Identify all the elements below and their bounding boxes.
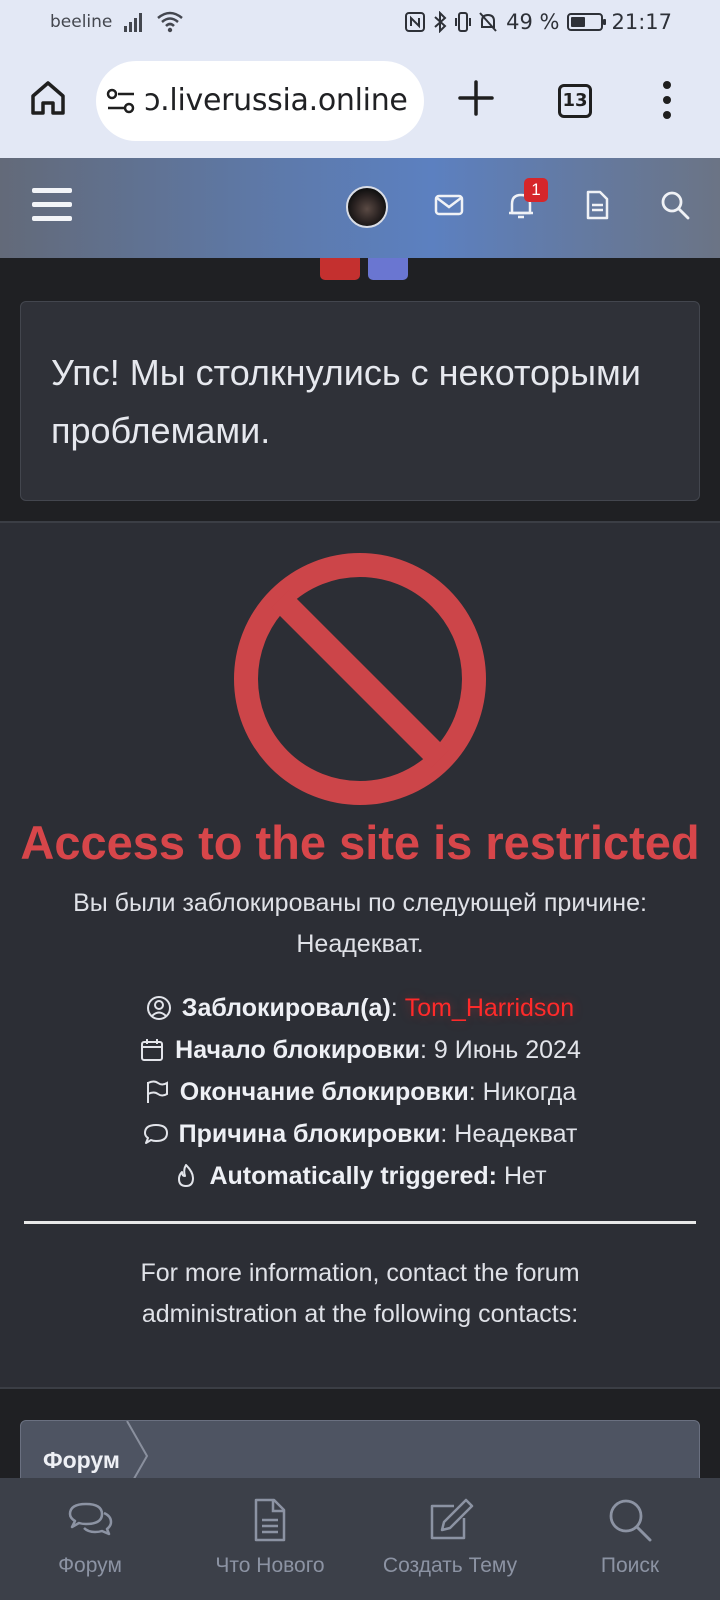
home-icon[interactable] <box>28 78 68 118</box>
reason-label: Причина блокировки <box>178 1119 441 1148</box>
end-label: Окончание блокировки <box>179 1077 469 1106</box>
menu-icon[interactable] <box>660 78 674 122</box>
new-tab-icon[interactable] <box>454 76 498 120</box>
prohibited-icon <box>234 553 486 805</box>
end-date-row: Окончание блокировки: Никогда <box>0 1071 720 1113</box>
tabs-icon[interactable]: 13 <box>558 84 592 118</box>
nav-item-whats-new[interactable]: Что Нового <box>180 1478 360 1600</box>
document-icon[interactable] <box>580 188 614 222</box>
start-date-row: Начало блокировки: 9 Июнь 2024 <box>0 1029 720 1071</box>
bluetooth-icon <box>434 11 447 33</box>
vibrate-icon <box>455 12 472 32</box>
block-reason-text: Вы были заблокированы по следующей причи… <box>73 889 647 958</box>
fire-icon <box>178 1164 195 1187</box>
block-title: Access to the site is restricted <box>20 816 700 869</box>
error-notice: Упс! Мы столкнулись с некоторыми проблем… <box>20 301 700 501</box>
battery-icon <box>567 13 607 31</box>
address-bar[interactable]: ɔ.liverussia.online <box>96 61 424 141</box>
chat-bubbles-icon <box>68 1502 113 1536</box>
user-circle-icon <box>146 996 171 1020</box>
tab-count: 13 <box>562 90 588 111</box>
search-icon[interactable] <box>658 188 692 222</box>
end-value: Никогда <box>482 1077 577 1106</box>
separator-line <box>24 1221 696 1224</box>
contact-text: For more information, contact the forum … <box>140 1259 580 1328</box>
avatar[interactable] <box>346 186 388 228</box>
nav-label: Создать Тему <box>382 1554 518 1577</box>
nav-item-create-thread[interactable]: Создать Тему <box>360 1478 540 1600</box>
mail-icon[interactable] <box>432 188 466 222</box>
browser-toolbar: ɔ.liverussia.online 13 <box>0 46 720 158</box>
blocked-by-label: Заблокировал(а) <box>181 993 391 1022</box>
flag-icon <box>146 1080 168 1103</box>
signal-icon <box>124 13 142 32</box>
reason-value: Неадекват <box>454 1119 578 1148</box>
color-tab-blue <box>368 258 408 280</box>
blocked-by-user-link[interactable]: Tom_Harridson <box>405 994 575 1023</box>
start-value: 9 Июнь 2024 <box>433 1035 581 1064</box>
notice-text: Упс! Мы столкнулись с некоторыми проблем… <box>51 352 641 451</box>
mute-icon <box>479 12 497 32</box>
divider <box>0 1387 720 1389</box>
nav-label: Форум <box>58 1554 122 1577</box>
auto-label: Automatically triggered: <box>209 1161 498 1190</box>
auto-trigger-row: Automatically triggered: Нет <box>0 1155 720 1197</box>
url-text[interactable]: ɔ.liverussia.online <box>144 83 408 118</box>
battery-fill <box>571 17 586 27</box>
search-icon <box>609 1499 652 1542</box>
edit-icon <box>430 1498 474 1540</box>
battery-percent: 49 % <box>506 10 560 34</box>
auto-value: Нет <box>503 1161 547 1190</box>
forum-header: 1 <box>0 158 720 258</box>
hamburger-menu-icon[interactable] <box>32 188 72 222</box>
document-icon <box>254 1498 286 1542</box>
clock: 21:17 <box>611 10 672 34</box>
color-tab-red <box>320 258 360 280</box>
status-bar: beeline 49 % 21:17 <box>0 0 720 46</box>
block-panel: Access to the site is restricted Вы были… <box>0 523 720 1387</box>
start-label: Начало блокировки <box>175 1035 420 1064</box>
nav-label: Поиск <box>600 1554 660 1577</box>
nav-item-forum[interactable]: Форум <box>0 1478 180 1600</box>
site-settings-icon[interactable] <box>106 87 136 115</box>
nfc-icon <box>405 12 426 32</box>
notification-badge: 1 <box>524 178 548 202</box>
comment-icon <box>143 1124 168 1144</box>
block-info-list: Заблокировал(а): Tom_Harridson Начало бл… <box>0 987 720 1197</box>
bottom-navigation: Форум Что Нового Создать Тему Поиск <box>0 1478 720 1600</box>
nav-label: Что Нового <box>215 1554 325 1577</box>
breadcrumb-label[interactable]: Форум <box>43 1447 120 1474</box>
reason-row: Причина блокировки: Неадекват <box>0 1113 720 1155</box>
carrier-name: beeline <box>50 12 113 32</box>
blocked-by-row: Заблокировал(а): Tom_Harridson <box>0 987 720 1029</box>
calendar-icon <box>141 1039 164 1061</box>
nav-item-search[interactable]: Поиск <box>540 1478 720 1600</box>
wifi-icon <box>157 11 183 33</box>
